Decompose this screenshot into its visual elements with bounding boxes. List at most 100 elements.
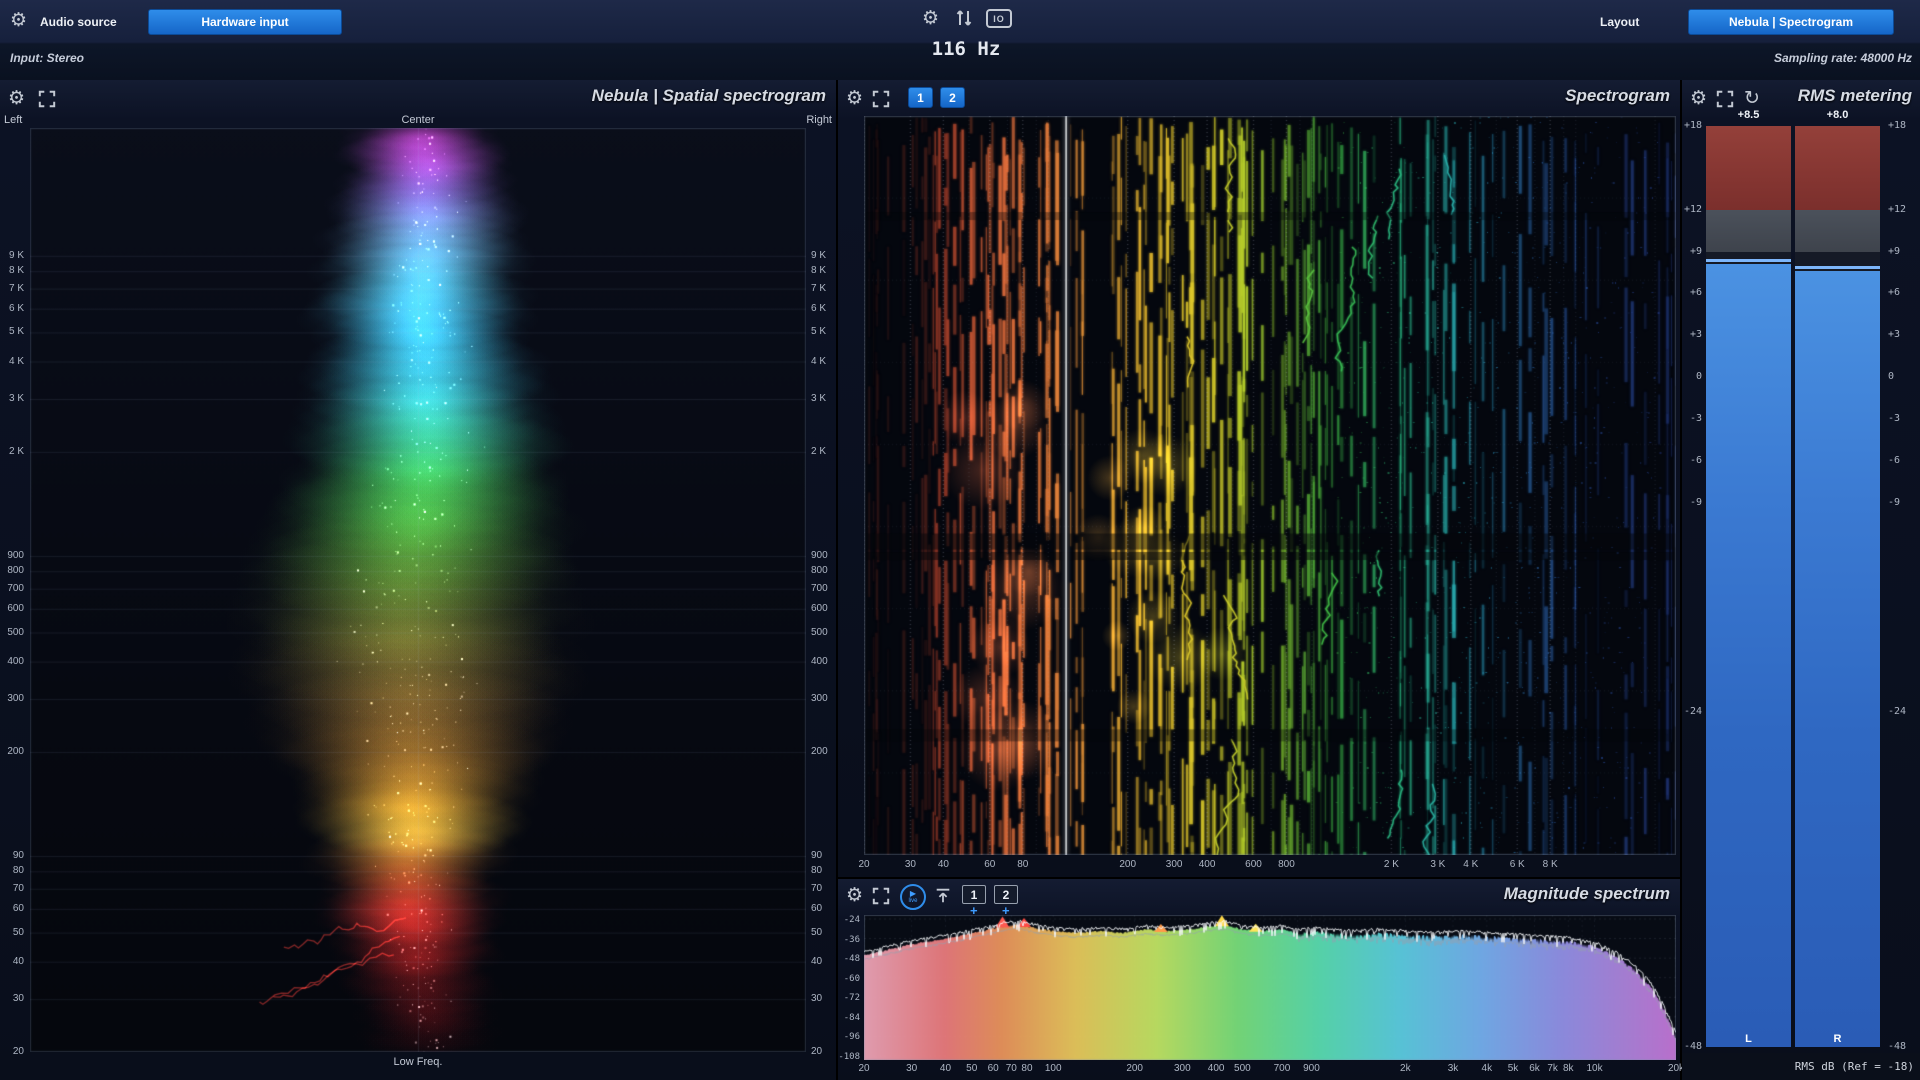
spatial-freq-tick-label: 800	[7, 565, 24, 577]
spatial-freq-tick-label: 6 K	[8, 302, 24, 314]
spectrogram-panel: ⚙ 1 2 Spectrogram 20 30 40 60 80 200 300 400 600…	[838, 80, 1680, 877]
peak-hold-top-arrow-icon[interactable]	[934, 887, 952, 905]
panel-settings-gear-icon[interactable]: ⚙	[846, 885, 863, 905]
spatial-freq-tick-label: 2 K	[8, 445, 24, 457]
audio-settings-gear-icon[interactable]: ⚙	[10, 10, 27, 30]
spectrogram-canvas[interactable]	[864, 116, 1676, 855]
db-tick-label: -96	[843, 1032, 860, 1043]
rms-ref-label: RMS dB (Ref = -18)	[1794, 1060, 1914, 1073]
rms-scale-label: +6	[1689, 287, 1702, 299]
meter-peak-line	[1706, 258, 1791, 262]
freq-axis-label: 2 K	[1383, 859, 1399, 870]
spatial-freq-tick-label: 20	[12, 1046, 24, 1057]
spatial-freq-tick-label: 9 K	[811, 249, 827, 261]
slot-2-button[interactable]: 2	[994, 885, 1018, 904]
spatial-freq-tick-label: 20	[811, 1046, 823, 1057]
spatial-freq-tick-label: 600	[811, 602, 828, 614]
slot-1-button[interactable]: 1	[908, 87, 933, 108]
rms-value-right: +8.0	[1826, 109, 1849, 121]
spatial-freq-tick-label: 70	[12, 882, 24, 894]
freq-axis-label: 30	[904, 859, 916, 870]
rms-scale-label: -6	[1689, 454, 1702, 466]
spatial-freq-tick-label: 7 K	[811, 282, 827, 294]
audio-source-label: Audio source	[40, 15, 117, 29]
freq-axis-label: 30	[906, 1063, 918, 1074]
live-toggle-button[interactable]: ▶ live	[900, 884, 926, 910]
layout-button[interactable]: Layout	[1600, 15, 1639, 29]
spatial-freq-tick-label: 300	[811, 693, 828, 705]
spatial-freq-tick-label: 200	[811, 745, 828, 757]
rms-scale-label: -3	[1689, 413, 1702, 425]
spatial-freq-tick-label: 800	[811, 565, 828, 577]
fullscreen-icon[interactable]	[872, 887, 890, 905]
reset-refresh-icon[interactable]: ↻	[1744, 88, 1760, 108]
freq-axis-label: 600	[1245, 859, 1262, 870]
meter-over-zone	[1706, 126, 1791, 210]
rms-meter-right	[1795, 126, 1880, 1047]
magnitude-spectrum-panel: ⚙ ▶ live 1 2 + + Magnitude spectrum -24-…	[838, 879, 1684, 1080]
freq-axis-label: 400	[1198, 859, 1216, 870]
magnitude-spectrum-canvas[interactable]	[864, 915, 1676, 1060]
meter-over-zone	[1795, 126, 1880, 210]
panel-settings-gear-icon[interactable]: ⚙	[8, 88, 25, 108]
spatial-freq-tick-label: 80	[811, 865, 823, 877]
spatial-freq-tick-label: 6 K	[811, 302, 827, 314]
freq-axis-label: 3 K	[1430, 859, 1446, 870]
meter-rms-fill	[1795, 270, 1880, 1047]
hardware-input-button[interactable]: Hardware input	[148, 9, 342, 35]
meter-hold-zone	[1795, 209, 1880, 252]
panel-settings-gear-icon[interactable]: ⚙	[846, 88, 863, 108]
freq-axis-label: 20	[858, 1063, 870, 1074]
spatial-spectrogram-panel: ⚙ Nebula | Spatial spectrogram Left Cent…	[0, 80, 836, 1080]
freq-axis-label: 3k	[1447, 1063, 1459, 1074]
slot-2-button[interactable]: 2	[940, 87, 965, 108]
spectrogram-freq-axis: 20 30 40 60 80 200 300 400 600 800 2 K 3 K 4 K 6 K 8 K	[858, 857, 1676, 875]
panel-title: Spectrogram	[1565, 86, 1670, 105]
spatial-freq-tick-label: 900	[7, 549, 24, 561]
slot-1-button[interactable]: 1	[962, 885, 986, 904]
freq-axis-label: 900	[1303, 1063, 1320, 1074]
spatial-freq-tick-label: 200	[7, 745, 24, 757]
spatial-freq-tick-label: 600	[7, 602, 24, 614]
freq-axis-label: 200	[1126, 1063, 1143, 1074]
sampling-rate-label: Sampling rate: 48000 Hz	[1773, 51, 1912, 65]
rms-scale-label: 0	[1888, 371, 1895, 383]
freq-axis-label: 200	[1119, 859, 1137, 870]
rms-scale-label: -3	[1888, 413, 1901, 425]
meter-rms-fill	[1706, 263, 1791, 1047]
sort-arrows-icon[interactable]	[954, 8, 974, 28]
freq-axis-label: 20	[858, 859, 870, 870]
spatial-freq-tick-label: 5 K	[811, 326, 827, 338]
fullscreen-icon[interactable]	[872, 90, 890, 108]
spatial-freq-tick-label: 400	[811, 655, 828, 667]
db-tick-label: -108	[838, 1052, 860, 1062]
rms-scale-label: +18	[1888, 120, 1907, 131]
fullscreen-icon[interactable]	[1716, 90, 1734, 108]
fullscreen-icon[interactable]	[38, 90, 56, 108]
spatial-spectrogram-canvas[interactable]	[30, 128, 806, 1052]
spatial-freq-tick-label: 90	[12, 849, 24, 861]
rms-scale-label: +9	[1888, 245, 1901, 257]
db-tick-label: -24	[843, 915, 860, 925]
freq-axis-label: 300	[1165, 859, 1183, 870]
rms-scale-label: +18	[1683, 120, 1702, 131]
db-tick-label: -48	[843, 954, 860, 965]
channel-label-right: R	[1833, 1033, 1842, 1045]
rms-scale-left: +18 +12 +9 +6 +3 0 -3 -6 -9 -24 -48	[1682, 80, 1704, 1080]
spatial-freq-tick-label: 8 K	[811, 265, 827, 277]
freq-axis-label: 2k	[1400, 1063, 1411, 1074]
spatial-freq-tick-label: 8 K	[8, 265, 24, 277]
view-selector-button[interactable]: Nebula | Spectrogram	[1688, 9, 1894, 35]
spatial-freq-tick-label: 4 K	[811, 355, 827, 367]
rms-scale-label: +12	[1683, 203, 1702, 215]
rms-metering-panel: ⚙ ↻ RMS metering +8.5 +8.0 +18 +12 +9 +6 +3 0…	[1682, 80, 1920, 1080]
db-tick-label: -72	[843, 993, 860, 1004]
spatial-freq-tick-label: 50	[811, 926, 823, 938]
spatial-freq-axis-right: 9 K 8 K 7 K 6 K 5 K 4 K 3 K 2 K 900 800 700 600 500 4…	[808, 128, 836, 1057]
spatial-freq-tick-label: 2 K	[811, 445, 827, 457]
rms-scale-label: +12	[1888, 203, 1907, 215]
io-routing-icon[interactable]: IO	[986, 9, 1012, 28]
display-settings-gear-icon[interactable]: ⚙	[922, 8, 939, 28]
pan-label-left: Left	[4, 114, 23, 126]
spatial-freq-tick-label: 500	[811, 626, 828, 638]
